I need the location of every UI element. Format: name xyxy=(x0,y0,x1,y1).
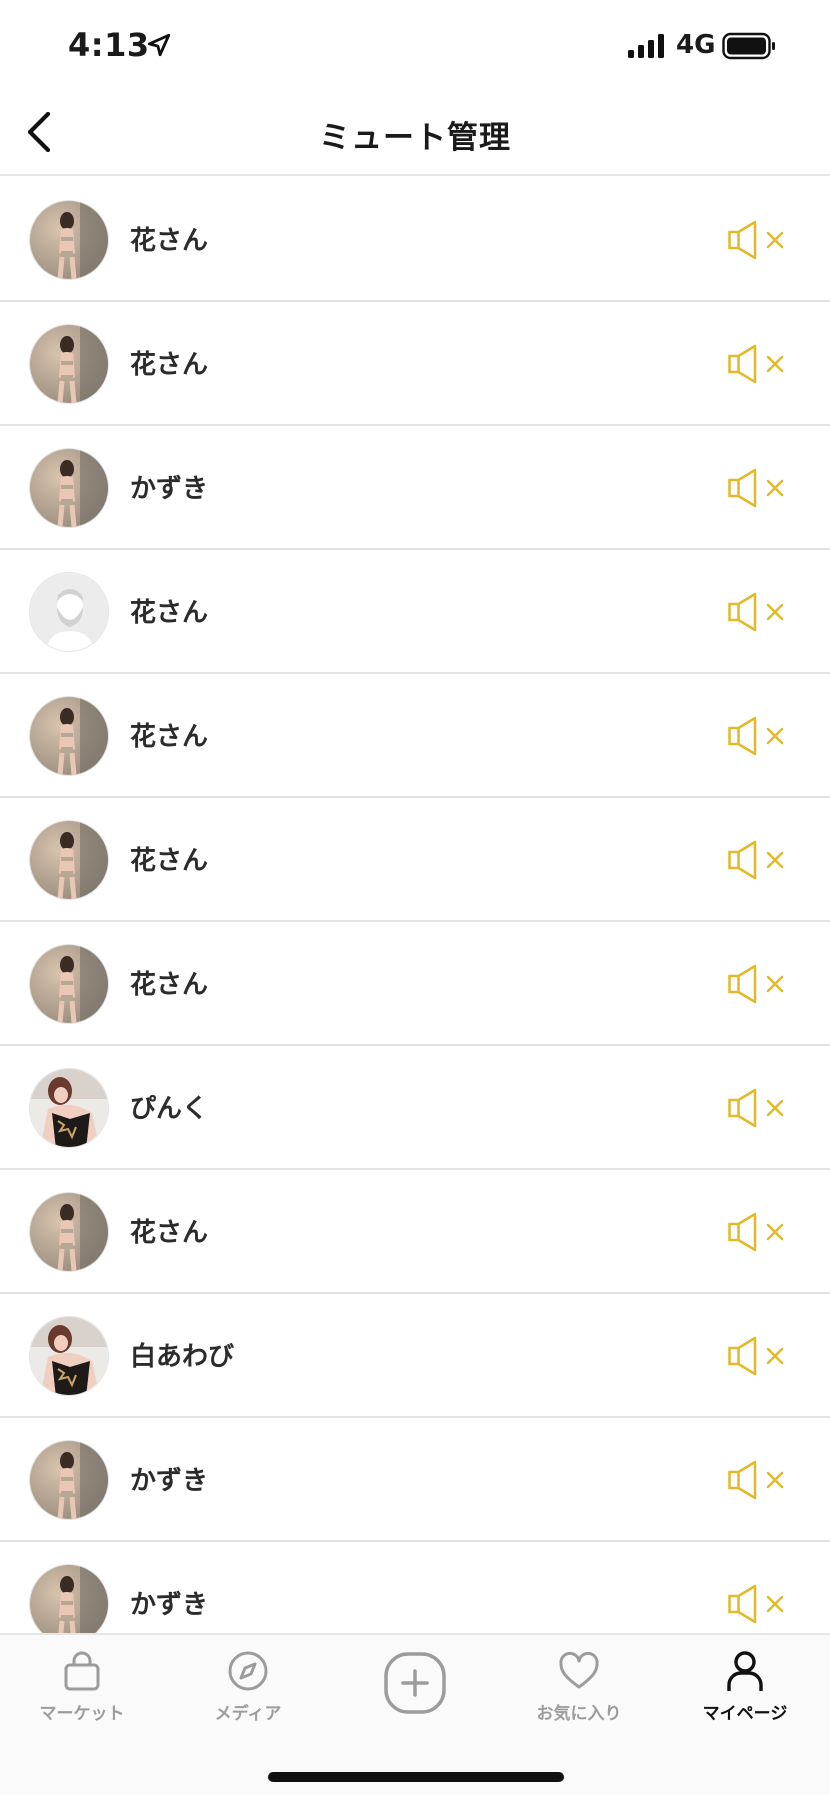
status-time: 4:13 xyxy=(68,26,150,64)
avatar[interactable] xyxy=(29,324,109,404)
muted-user-row[interactable]: 花さん xyxy=(0,178,830,302)
muted-user-row[interactable]: かずき xyxy=(0,426,830,550)
speaker-muted-icon[interactable] xyxy=(728,964,792,1004)
tab-favorites[interactable]: お気に入り xyxy=(509,1649,649,1724)
shopping-bag-icon xyxy=(64,1651,100,1691)
signal-icon xyxy=(628,34,664,58)
speaker-muted-icon[interactable] xyxy=(728,220,792,260)
avatar[interactable] xyxy=(29,200,109,280)
avatar[interactable] xyxy=(29,448,109,528)
tab-market-label: マーケット xyxy=(39,1704,125,1724)
speaker-muted-icon[interactable] xyxy=(728,1336,792,1376)
speaker-muted-icon[interactable] xyxy=(728,344,792,384)
tab-favorites-label: お気に入り xyxy=(536,1704,622,1724)
person-icon xyxy=(727,1651,763,1691)
muted-user-row[interactable]: 花さん xyxy=(0,1170,830,1294)
muted-users-list: 花さん 花さん かずき 花さん 花さん 花さん 花さん ぴんく 花さん 白あわび かずき かずき xyxy=(0,178,830,1633)
user-name: かずき xyxy=(130,474,209,504)
user-name: ぴんく xyxy=(130,1094,209,1124)
avatar[interactable] xyxy=(29,820,109,900)
muted-user-row[interactable]: 花さん xyxy=(0,674,830,798)
speaker-muted-icon[interactable] xyxy=(728,468,792,508)
tab-media-label: メディア xyxy=(214,1704,282,1724)
network-type: 4G xyxy=(676,30,716,60)
speaker-muted-icon[interactable] xyxy=(728,1088,792,1128)
speaker-muted-icon[interactable] xyxy=(728,840,792,880)
muted-user-row[interactable]: 白あわび xyxy=(0,1294,830,1418)
status-bar: 4:13 4G xyxy=(0,0,830,90)
tab-media[interactable]: メディア xyxy=(178,1649,318,1724)
home-indicator xyxy=(268,1772,564,1782)
speaker-muted-icon[interactable] xyxy=(728,1212,792,1252)
muted-user-row[interactable]: 花さん xyxy=(0,302,830,426)
muted-user-row[interactable]: 花さん xyxy=(0,798,830,922)
muted-user-row[interactable]: ぴんく xyxy=(0,1046,830,1170)
battery-icon xyxy=(722,32,775,60)
tab-bar: マーケット メディア お気に入り マイページ xyxy=(0,1633,830,1795)
compass-icon xyxy=(228,1651,268,1691)
avatar[interactable] xyxy=(29,1564,109,1633)
avatar[interactable] xyxy=(29,1316,109,1396)
tab-market[interactable]: マーケット xyxy=(12,1649,152,1724)
avatar[interactable] xyxy=(29,944,109,1024)
plus-circle-icon[interactable] xyxy=(383,1651,447,1715)
default-avatar[interactable] xyxy=(29,572,109,652)
user-name: 白あわび xyxy=(130,1342,235,1372)
avatar[interactable] xyxy=(29,696,109,776)
speaker-muted-icon[interactable] xyxy=(728,1460,792,1500)
user-name: かずき xyxy=(130,1590,209,1620)
user-name: かずき xyxy=(130,1466,209,1496)
tab-mypage[interactable]: マイページ xyxy=(675,1649,815,1724)
tab-mypage-label: マイページ xyxy=(702,1704,788,1724)
location-arrow-icon xyxy=(147,33,171,57)
muted-user-row[interactable]: 花さん xyxy=(0,550,830,674)
user-name: 花さん xyxy=(130,846,209,876)
user-name: 花さん xyxy=(130,598,209,628)
user-name: 花さん xyxy=(130,722,209,752)
speaker-muted-icon[interactable] xyxy=(728,592,792,632)
speaker-muted-icon[interactable] xyxy=(728,716,792,756)
speaker-muted-icon[interactable] xyxy=(728,1584,792,1624)
mute-management-screen: 4:13 4G ミュート管理 花さん 花さん かずき 花さん 花さん 花さん 花さん ぴんく花… xyxy=(0,0,830,1795)
muted-user-row[interactable]: かずき xyxy=(0,1542,830,1633)
avatar[interactable] xyxy=(29,1440,109,1520)
user-name: 花さん xyxy=(130,1218,209,1248)
user-name: 花さん xyxy=(130,226,209,256)
user-name: 花さん xyxy=(130,350,209,380)
user-name: 花さん xyxy=(130,970,209,1000)
muted-user-row[interactable]: かずき xyxy=(0,1418,830,1542)
page-title: ミュート管理 xyxy=(319,120,511,156)
avatar[interactable] xyxy=(29,1068,109,1148)
heart-icon xyxy=(559,1651,599,1689)
navigation-bar: ミュート管理 xyxy=(0,90,830,176)
muted-user-row[interactable]: 花さん xyxy=(0,922,830,1046)
avatar[interactable] xyxy=(29,1192,109,1272)
